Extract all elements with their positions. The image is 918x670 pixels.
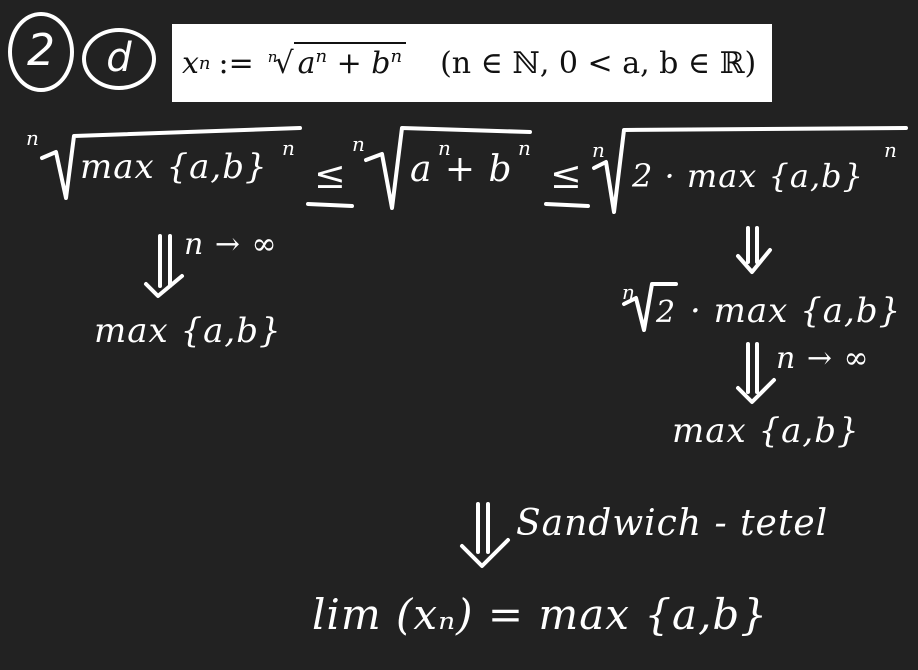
leq-symbol-2: ≤ <box>550 153 583 197</box>
right-limit-label: n → ∞ <box>776 341 870 376</box>
left-root-index: n <box>26 126 40 150</box>
left-limit-label: n → ∞ <box>184 227 278 262</box>
left-exponent: n <box>282 136 296 160</box>
mid-root-index: n <box>352 132 366 156</box>
sandwich-theorem-label: Sandwich - tetel <box>516 503 829 544</box>
mid-exponent-a: n <box>438 136 452 160</box>
whiteboard: 2 d xn := n√ an + bn (n ∈ ℕ, 0 < a, b ∈ ℝ… <box>0 0 918 670</box>
right-root-index: n <box>592 138 606 162</box>
mid-exponent-b: n <box>518 136 532 160</box>
right-limit-result: max {a,b} <box>672 411 860 451</box>
right-step-root-index: n <box>622 280 636 304</box>
conclusion-down-arrow <box>460 502 510 568</box>
right-down-arrow-2 <box>736 342 776 404</box>
right-radicand: 2 · max {a,b} <box>632 157 864 195</box>
left-radicand: max {a,b} <box>80 147 268 187</box>
right-step-rest: · max {a,b} <box>690 291 902 331</box>
leq1-underline <box>306 202 354 208</box>
right-down-arrow-1 <box>736 226 772 274</box>
mid-radicand: a + b <box>410 149 513 190</box>
left-limit-result: max {a,b} <box>94 311 282 351</box>
left-down-arrow <box>144 234 184 298</box>
limit-conclusion: lim (xₙ) = max {a,b} <box>312 590 769 639</box>
right-step-radicand: 2 <box>656 295 677 330</box>
leq-symbol-1: ≤ <box>314 153 347 197</box>
leq2-underline <box>544 202 590 208</box>
right-exponent: n <box>884 138 898 162</box>
